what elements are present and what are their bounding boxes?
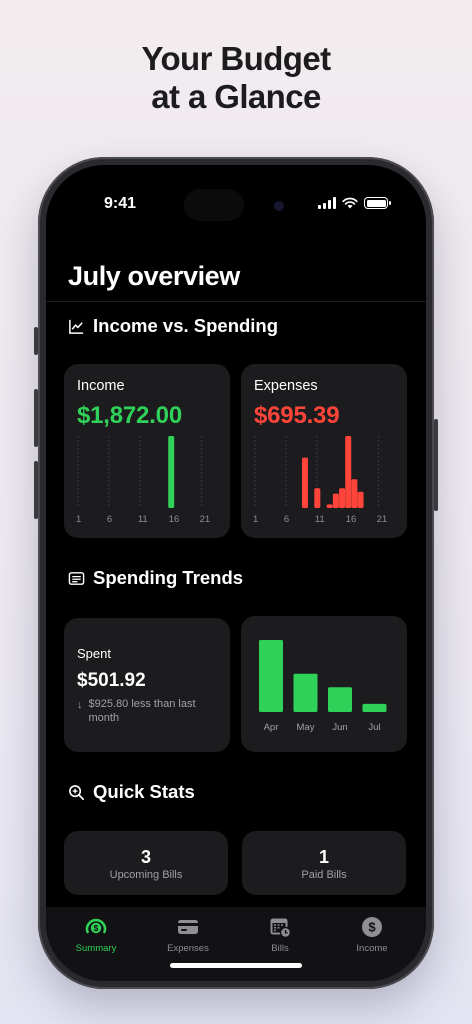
paid-bills-label: Paid Bills [301,869,347,881]
tab-bar: $ Summary Expenses Bills $ Income [46,907,426,981]
expenses-chart: 1 6 11 16 21 [251,436,395,528]
spent-label: Spent [77,646,111,661]
magnifier-icon [69,784,85,800]
paid-bills-stat[interactable]: 1 Paid Bills [242,831,406,895]
title-divider [46,301,426,302]
tab-label: Summary [75,943,117,954]
status-time: 9:41 [104,195,137,212]
upcoming-bills-label: Upcoming Bills [109,869,183,881]
tab-expenses[interactable]: Expenses [148,915,228,954]
section-income-vs-spending: Income vs. Spending [68,315,278,337]
status-bar: 9:41 [46,189,426,221]
x-tick-label: Jun [332,722,347,733]
camera-lens [274,201,284,211]
marketing-headline: Your Budget at a Glance [0,40,472,116]
section-title: Spending Trends [93,567,244,588]
summary-gauge-icon: $ [85,918,107,934]
line-chart-icon [69,319,84,334]
monthly-trend-card[interactable]: Apr May Jun Jul [241,616,407,752]
tab-income[interactable]: $ Income [332,915,412,954]
bar [293,673,318,712]
income-card[interactable]: Income $1,872.00 1 6 11 16 21 [64,364,230,538]
x-tick-label: 6 [107,514,112,525]
headline-line-1: Your Budget [141,40,332,77]
power-button [434,419,438,511]
expenses-amount: $695.39 [254,402,340,429]
action-button [34,327,38,355]
x-tick-label: 6 [284,514,289,525]
section-quick-stats: Quick Stats [68,781,195,803]
spent-value: $501.92 [77,670,146,691]
x-tick-label: 11 [138,514,148,525]
x-tick-label: 21 [200,514,211,525]
monthly-trend-bar-chart: Apr May Jun Jul [259,640,387,733]
x-tick-label: Jul [368,722,380,733]
income-label: Income [77,378,125,394]
section-title: Income vs. Spending [93,315,279,336]
calendar-clock-icon [270,918,292,939]
volume-up-button [34,389,38,447]
bar [328,687,352,712]
expenses-card[interactable]: Expenses $695.39 1 6 11 16 21 [241,364,407,538]
phone-frame: 9:41 July overview Income vs. Spending I… [34,157,438,989]
bar [332,493,339,508]
monthly-trend-chart: Apr May Jun Jul [255,632,393,736]
expenses-label: Expenses [254,378,318,394]
status-icons [318,197,391,209]
bar [314,488,321,508]
battery-icon [364,197,391,209]
svg-text:$: $ [94,924,99,933]
receipt-list-icon [68,571,85,585]
spent-comparison: ↓ $925.80 less than last month [77,697,199,725]
income-bar-chart: 1 6 11 16 21 [76,436,211,525]
x-tick-label: 1 [76,514,81,525]
page-title: July overview [68,261,240,291]
bar [301,457,308,508]
spent-card[interactable]: Spent $501.92 ↓ $925.80 less than last m… [64,618,230,752]
upcoming-bills-stat[interactable]: 3 Upcoming Bills [64,831,228,895]
x-tick-label: May [297,722,315,733]
paid-bills-count: 1 [318,847,329,867]
headline-line-2: at a Glance [151,78,321,115]
bar [339,488,346,508]
tab-label: Bills [271,943,289,954]
x-tick-label: 21 [377,514,388,525]
dollar-circle-icon: $ [362,917,382,937]
bar [351,479,358,508]
dynamic-island [184,189,244,221]
x-tick-label: 16 [346,514,357,525]
bar [168,436,175,508]
x-tick-label: Apr [264,722,279,733]
income-chart: 1 6 11 16 21 [74,436,218,528]
credit-card-icon [178,920,198,934]
wifi-icon [342,197,358,209]
arrow-down-icon: ↓ [77,699,83,711]
svg-text:$: $ [368,920,376,935]
bar [259,640,283,712]
bar [362,703,387,712]
upcoming-bills-count: 3 [140,847,151,867]
income-amount: $1,872.00 [77,402,182,429]
x-tick-label: 11 [315,514,325,525]
bar [357,491,364,508]
home-indicator [170,963,302,968]
tab-label: Expenses [167,943,209,954]
expenses-bar-chart: 1 6 11 16 21 [253,436,388,525]
volume-down-button [34,461,38,519]
spent-comparison-text: $925.80 less than last month [88,698,196,724]
x-tick-label: 16 [169,514,180,525]
cellular-signal-icon [318,197,336,209]
tab-summary[interactable]: $ Summary [56,915,136,954]
bar [345,436,352,508]
section-spending-trends: Spending Trends [68,567,243,589]
tab-label: Income [356,943,388,954]
tab-bills[interactable]: Bills [240,915,320,954]
x-tick-label: 1 [253,514,258,525]
section-title: Quick Stats [93,781,195,802]
phone-screen: 9:41 July overview Income vs. Spending I… [46,165,426,981]
bar [326,504,333,508]
